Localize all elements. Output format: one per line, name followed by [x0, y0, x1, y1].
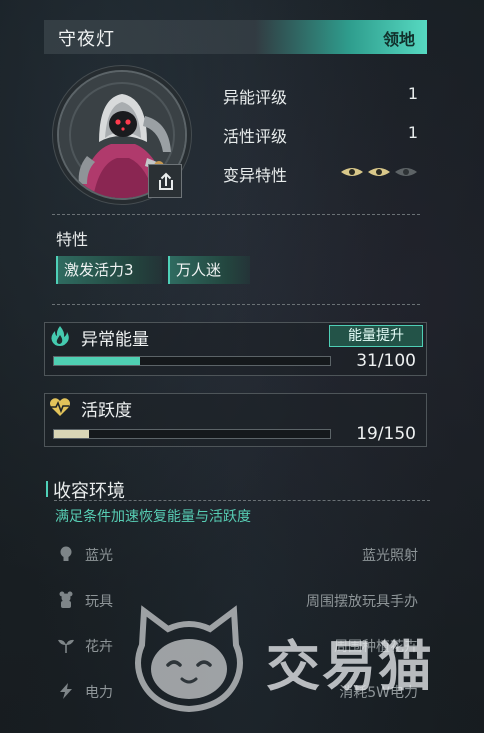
trait-tag[interactable]: 激发活力3: [56, 256, 162, 284]
toy-icon: [59, 591, 73, 608]
mutation-trait-label: 变异特性: [223, 166, 288, 185]
energy-progress-fill: [54, 357, 140, 365]
activity-panel: 活跃度 19/150: [44, 393, 427, 447]
divider: [54, 500, 430, 501]
env-row-label: 花卉: [85, 639, 113, 655]
traits-title: 特性: [56, 230, 89, 249]
activity-rating-label: 活性评级: [223, 127, 288, 146]
environment-subtitle: 满足条件加速恢复能量与活跃度: [55, 509, 251, 525]
title-bar: 守夜灯 领地: [44, 20, 427, 54]
page-title: 守夜灯: [58, 29, 115, 50]
divider: [52, 304, 420, 305]
heartbeat-icon: [50, 398, 70, 416]
mutation-eyes-indicator: [341, 168, 417, 176]
territory-badge[interactable]: 领地: [383, 26, 415, 50]
bulb-icon: [60, 546, 72, 561]
ability-rating-label: 异能评级: [223, 88, 288, 107]
ability-rating-value: 1: [407, 84, 418, 103]
energy-boost-button[interactable]: 能量提升: [329, 325, 423, 347]
activity-value: 19/150: [356, 424, 416, 444]
activity-progress-bar: [53, 429, 331, 439]
env-row-label: 蓝光: [85, 548, 113, 564]
flame-icon: [51, 326, 69, 346]
eye-icon-active: [341, 168, 363, 176]
eye-icon-active: [368, 168, 390, 176]
energy-label: 异常能量: [81, 330, 149, 350]
watermark-text: 交易猫: [266, 635, 434, 698]
upload-button[interactable]: [148, 164, 182, 198]
env-row-value: 蓝光照射: [362, 548, 418, 564]
plant-icon: [58, 639, 74, 653]
lightning-icon: [60, 683, 72, 699]
trait-tag[interactable]: 万人迷: [168, 256, 250, 284]
section-marker: [46, 481, 48, 497]
divider: [52, 214, 420, 215]
activity-label: 活跃度: [81, 401, 132, 421]
energy-progress-bar: [53, 356, 331, 366]
energy-panel: 异常能量 能量提升 31/100: [44, 322, 427, 376]
upload-icon: [159, 172, 173, 190]
env-row-label: 电力: [85, 685, 113, 701]
env-row-label: 玩具: [85, 594, 113, 610]
activity-rating-value: 1: [407, 123, 418, 142]
energy-value: 31/100: [356, 351, 416, 371]
eye-icon-inactive: [395, 168, 417, 176]
activity-progress-fill: [54, 430, 89, 438]
